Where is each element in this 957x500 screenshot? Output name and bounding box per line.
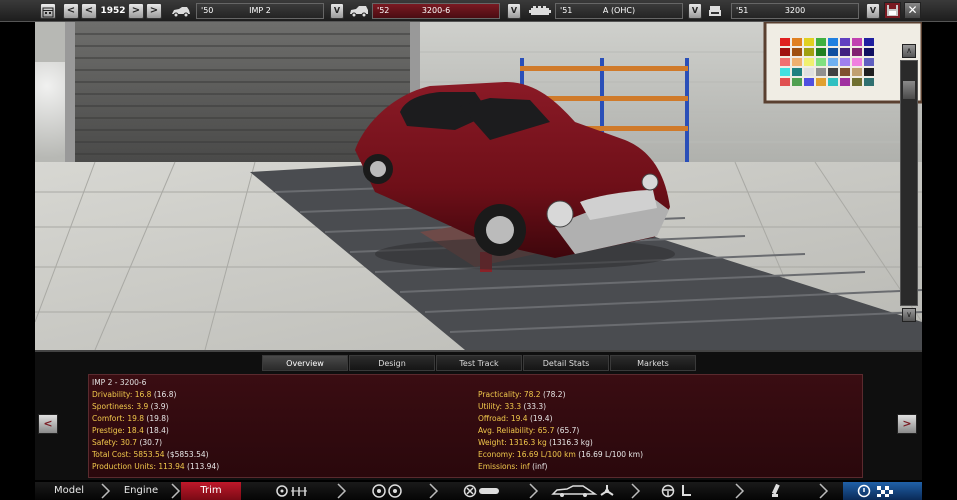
garage-scene [35,22,922,350]
variant-dropdown-button[interactable]: V [866,3,880,19]
model-name: IMP 2 [249,6,271,15]
chevron-right-icon [735,483,745,499]
previous-page-button[interactable]: < [38,414,58,434]
stat-safety: Safety: 30.7 (30.7) [92,438,163,447]
car-side-icon [350,6,368,18]
overview-stats: IMP 2 - 3200-6 Drivability: 16.8 (16.8) … [88,374,863,478]
tab-design[interactable]: Design [349,355,435,371]
stat-avg-reliability: Avg. Reliability: 65.7 (65.7) [478,426,580,435]
tab-test-track[interactable]: Test Track [436,355,522,371]
info-panel: Overview Design Test Track Detail Stats … [35,350,922,480]
steering-suspension-icon[interactable] [275,484,311,498]
tab-overview[interactable]: Overview [262,355,348,371]
stat-total-cost: Total Cost: 5853.54 ($5853.54) [92,450,209,459]
stat-utility: Utility: 33.3 (33.3) [478,402,547,411]
stat-production-units: Production Units: 113.94 (113.94) [92,462,220,471]
body-aero-icon[interactable] [551,484,615,498]
next-page-button[interactable]: > [897,414,917,434]
year-prev-fast-button[interactable]: < [63,3,79,19]
stat-weight: Weight: 1316.3 kg (1316.3 kg) [478,438,593,447]
chevron-right-icon [429,483,439,499]
finish-icon[interactable] [843,482,922,500]
model-dropdown-button[interactable]: V [330,3,344,19]
car-designer-screen: < < 1952 > > '50 IMP 2 V '52 3200-6 V '5… [0,0,957,500]
car-3d-viewport[interactable] [35,22,922,350]
car-body-icon [172,7,190,18]
view-scrollbar[interactable] [900,60,918,306]
model-select[interactable]: '50 IMP 2 [196,3,324,19]
variant-select[interactable]: '51 3200 [731,3,859,19]
year-next-fast-button[interactable]: > [146,3,162,19]
stat-practicality: Practicality: 78.2 (78.2) [478,390,566,399]
nav-trim[interactable]: Trim [181,482,241,500]
stat-drivability: Drivability: 16.8 (16.8) [92,390,177,399]
engine-dropdown-button[interactable]: V [688,3,702,19]
view-scroll-up-button[interactable]: ∧ [902,44,916,58]
stat-sportiness: Sportiness: 3.9 (3.9) [92,402,169,411]
tab-markets[interactable]: Markets [610,355,696,371]
designer-nav-bar: Model Engine Trim [35,482,922,500]
nav-model[interactable]: Model [35,482,103,500]
current-year: 1952 [100,6,126,16]
wheels-icon[interactable] [371,484,403,498]
brakes-tires-icon[interactable] [463,484,501,498]
engine-variant-icon [709,6,721,16]
chevron-right-icon [529,483,539,499]
engine-icon [529,6,551,15]
chevron-right-icon [819,483,829,499]
year-next-button[interactable]: > [128,3,144,19]
chevron-right-icon [101,483,111,499]
view-scrollbar-thumb[interactable] [903,81,915,99]
calendar-icon[interactable] [40,3,56,19]
variant-name: 3200 [784,6,806,15]
color-poster [763,22,922,104]
chevron-right-icon [171,483,181,499]
stats-title: IMP 2 - 3200-6 [92,378,147,387]
save-icon[interactable] [884,2,901,19]
top-toolbar: < < 1952 > > '50 IMP 2 V '52 3200-6 V '5… [0,0,957,22]
engine-name: A (OHC) [602,6,636,15]
interior-icon[interactable] [661,484,695,498]
year-prev-button[interactable]: < [81,3,97,19]
trim-dropdown-button[interactable]: V [507,3,521,19]
chevron-right-icon [631,483,641,499]
trim-name: 3200-6 [421,6,451,15]
stat-offroad: Offroad: 19.4 (19.4) [478,414,553,423]
engine-select[interactable]: '51 A (OHC) [555,3,683,19]
nav-engine[interactable]: Engine [111,482,171,500]
stat-emissions: Emissions: inf (inf) [478,462,548,471]
stat-economy: Economy: 16.69 L/100 km (16.69 L/100 km) [478,450,643,459]
trim-select[interactable]: '52 3200-6 [372,3,500,19]
chevron-right-icon [337,483,347,499]
stat-prestige: Prestige: 18.4 (18.4) [92,426,169,435]
tab-detail-stats[interactable]: Detail Stats [523,355,609,371]
view-scroll-down-button[interactable]: ∨ [902,308,916,322]
stat-comfort: Comfort: 19.8 (19.8) [92,414,169,423]
close-icon[interactable]: ✕ [904,2,921,19]
testing-icon[interactable] [767,484,783,498]
